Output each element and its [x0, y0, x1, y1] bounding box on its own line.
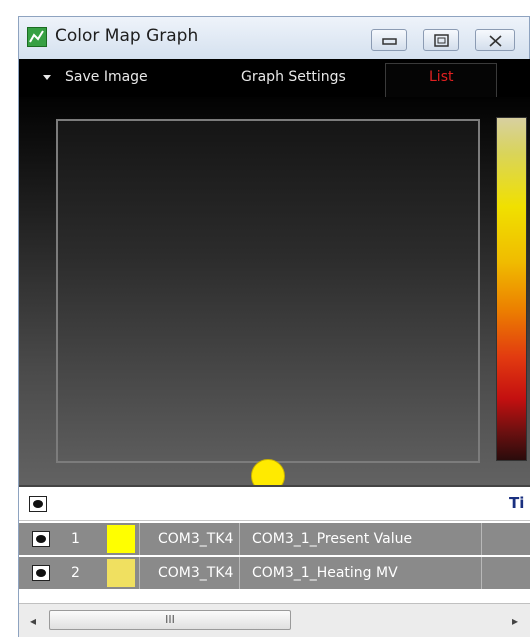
tag-name-column-header[interactable]: Tag Name [239, 487, 481, 520]
time-cell [481, 523, 530, 555]
table-row[interactable]: 1 COM3_TK4 COM3_1_Present Value [19, 523, 530, 555]
scrollbar-thumb[interactable]: III [49, 610, 291, 630]
series-color-swatch[interactable] [107, 559, 135, 587]
tag-name-cell: COM3_1_Heating MV [239, 557, 481, 589]
table-row[interactable]: 2 COM3_TK4 COM3_1_Heating MV [19, 557, 530, 589]
plot-area[interactable] [56, 119, 480, 463]
eye-icon [29, 496, 47, 512]
time-cell [481, 557, 530, 589]
list-tab-label[interactable]: List [429, 69, 453, 85]
table-header-row: Device Tag Name Ti [19, 487, 530, 521]
scroll-right-arrow-icon[interactable]: ▸ [507, 612, 523, 630]
color-map-graph [19, 97, 530, 493]
toolbar: Save Image Graph Settings List [19, 59, 530, 97]
minimize-button[interactable] [371, 29, 407, 51]
tag-list-table: Device Tag Name Ti 1 COM3_TK4 COM3_1_Pre… [19, 485, 530, 603]
app-icon [27, 27, 47, 47]
horizontal-scrollbar[interactable]: ◂ III ▸ [19, 603, 530, 637]
graph-settings-menu[interactable]: Graph Settings [241, 69, 346, 85]
window-title: Color Map Graph [55, 26, 199, 46]
minimize-icon [382, 38, 397, 45]
device-cell: COM3_TK4 [139, 523, 239, 555]
save-image-menu[interactable]: Save Image [65, 69, 148, 85]
title-bar[interactable]: Color Map Graph [19, 17, 529, 59]
eye-icon [32, 565, 50, 581]
restore-button[interactable] [423, 29, 459, 51]
row-index: 2 [71, 565, 80, 581]
time-column-header[interactable]: Ti [481, 487, 530, 520]
visibility-column-header[interactable] [19, 487, 67, 520]
eye-icon [32, 531, 50, 547]
close-button[interactable] [475, 29, 515, 51]
dropdown-arrow-icon[interactable] [43, 75, 51, 80]
series-color-swatch[interactable] [107, 525, 135, 553]
close-icon [489, 35, 502, 47]
color-map-graph-window: Color Map Graph Save Image Graph Setting… [18, 16, 530, 637]
restore-icon [434, 34, 449, 47]
visibility-toggle[interactable] [19, 523, 67, 555]
color-scale-bar [496, 117, 527, 461]
row-index: 1 [71, 531, 80, 547]
device-cell: COM3_TK4 [139, 557, 239, 589]
tag-name-cell: COM3_1_Present Value [239, 523, 481, 555]
scroll-left-arrow-icon[interactable]: ◂ [25, 612, 41, 630]
visibility-toggle[interactable] [19, 557, 67, 589]
device-column-header[interactable]: Device [139, 487, 239, 520]
